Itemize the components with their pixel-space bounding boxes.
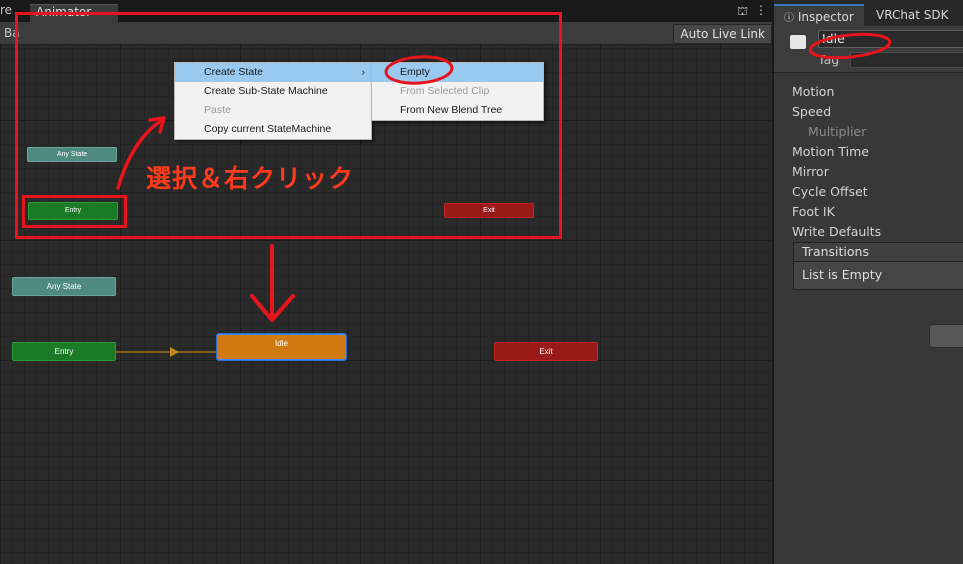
- idle-state-node[interactable]: Idle: [217, 334, 346, 360]
- field-mirror[interactable]: Mirror: [792, 162, 881, 182]
- entry-node[interactable]: Entry: [12, 342, 116, 361]
- field-foot-ik[interactable]: Foot IK: [792, 202, 881, 222]
- transitions-header: Transitions: [793, 242, 963, 262]
- field-speed[interactable]: Speed: [792, 102, 881, 122]
- inspector-header: Idle Tag: [774, 26, 963, 73]
- transition-arrow-icon: [170, 347, 179, 357]
- tag-label: Tag: [818, 52, 840, 67]
- exit-node[interactable]: Exit: [494, 342, 598, 361]
- field-write-defaults[interactable]: Write Defaults: [792, 222, 881, 242]
- field-motion-time[interactable]: Motion Time: [792, 142, 881, 162]
- field-multiplier: Multiplier: [808, 124, 867, 139]
- inspector-panel: ⓘ Inspector VRChat SDK Idle Tag Motion S…: [772, 0, 963, 564]
- add-behaviour-button[interactable]: [929, 324, 963, 348]
- state-properties: Motion Speed Multiplier Motion Time Mirr…: [792, 82, 881, 242]
- empty-highlight-oval: [384, 55, 454, 85]
- field-cycle-offset[interactable]: Cycle Offset: [792, 182, 881, 202]
- transitions-list: List is Empty: [793, 262, 963, 290]
- curved-arrow-icon: [116, 118, 164, 190]
- any-state-node[interactable]: Any State: [12, 277, 116, 296]
- name-annotation: [808, 32, 892, 60]
- field-motion[interactable]: Motion: [792, 82, 881, 102]
- animator-window[interactable]: re Animator ⛫ ⋮ Ba Auto Live Link Any St…: [0, 0, 772, 564]
